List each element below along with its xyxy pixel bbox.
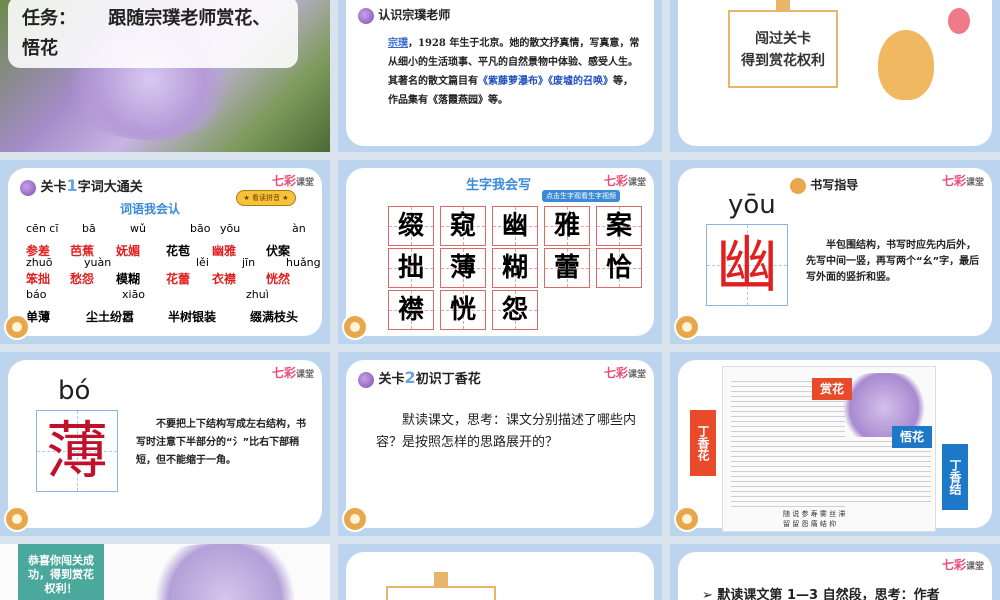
slide-card: 七彩课堂 关卡2初识丁香花 默读课文，思考：课文分别描述了哪些内容？是按照怎样的… <box>346 360 654 528</box>
char-pinyin: bó <box>58 376 91 406</box>
slide-title: 认识宗璞老师 <box>358 6 450 24</box>
pinyin-row-2: zhuō yuàn lěi jīn huǎng <box>26 256 321 269</box>
subtitle: 词语我会认 <box>120 202 181 216</box>
mascot-icon <box>790 177 806 194</box>
char-cell[interactable]: 薄 <box>440 248 486 288</box>
slide-thumbnail-11[interactable] <box>338 544 662 600</box>
bullet-arrow-icon: ➢ <box>702 588 718 600</box>
mascot-icon <box>674 314 700 340</box>
pinyin-button[interactable]: ★ 看读拼音 ★ <box>236 190 296 206</box>
char-cell[interactable]: 窥 <box>440 206 486 246</box>
lilac-icon <box>20 179 36 196</box>
mascot-icon <box>342 314 368 340</box>
video-hint[interactable]: 点击生字观看生字视频 <box>542 190 620 202</box>
mascot-icon <box>342 506 368 532</box>
slide-thumbnail-9[interactable]: 随 说 参 寿 雾 丝 滞 留 留 怨 痛 结 抑 丁香花 赏花 悟花 丁香结 <box>670 352 1000 536</box>
slide-card: 随 说 参 寿 雾 丝 滞 留 留 怨 痛 结 抑 丁香花 赏花 悟花 丁香结 <box>678 360 992 532</box>
slide-card: 七彩课堂 ➢ 默读课文第 1—3 自然段，思考：作者 <box>678 552 992 600</box>
slide-thumbnail-2[interactable]: 认识宗璞老师 宗璞，1928 年生于北京。她的散文抒真情，写真意，常从细小的生活… <box>338 0 662 152</box>
slide-card: 闯过关卡 得到赏花权利 <box>678 0 992 146</box>
char-box: 薄 <box>36 410 118 492</box>
brand-logo: 七彩课堂 <box>603 366 646 380</box>
sign-post <box>776 0 790 12</box>
slide-thumbnail-4[interactable]: 关卡1字词大通关 七彩课堂 词语我会认 ★ 看读拼音 ★ cēn cī bā wǔ b… <box>0 160 330 344</box>
slide-thumbnail-12[interactable]: 七彩课堂 ➢ 默读课文第 1—3 自然段，思考：作者 <box>670 544 1000 600</box>
word-footer-1: 随 说 参 寿 雾 丝 滞 <box>783 510 846 518</box>
char-cell[interactable]: 雅 <box>544 206 590 246</box>
level-title: 关卡2初识丁香花 <box>358 368 481 388</box>
scroll-sign <box>386 586 496 600</box>
congrats-box: 恭喜你闯关成功，得到赏花权利！ <box>18 544 104 600</box>
slide-thumbnail-3[interactable]: 闯过关卡 得到赏花权利 <box>670 0 1000 152</box>
char-pinyin: yōu <box>728 190 776 220</box>
char-cell[interactable]: 幽 <box>492 206 538 246</box>
char-cell[interactable]: 拙 <box>388 248 434 288</box>
lilac-illustration <box>150 544 300 600</box>
slide-thumbnail-5[interactable]: 七彩课堂 生字我会写 点击生字观看生字视频 缀窥幽雅案拙薄糊蕾恰襟恍怨 <box>338 160 662 344</box>
cartoon-character <box>878 30 934 100</box>
char-box: 幽 <box>706 224 788 306</box>
author-name: 宗璞 <box>388 38 408 49</box>
char-cell[interactable]: 案 <box>596 206 642 246</box>
vocab-row-3: 单薄 尘土纷嚣 半树银装 缀满枝头 <box>26 310 299 324</box>
slide-thumbnail-7[interactable]: 七彩课堂 bó 薄 不要把上下结构写成左右结构，书写时注意下半部分的“氵”比右下… <box>0 352 330 536</box>
balloon-icon <box>948 8 970 34</box>
task-label: 任务： <box>22 8 76 29</box>
char-cell[interactable]: 怨 <box>492 290 538 330</box>
mascot-icon <box>4 506 30 532</box>
bullet-text: ➢ 默读课文第 1—3 自然段，思考：作者 <box>702 584 940 600</box>
tag-wuhua[interactable]: 悟花 <box>892 426 932 448</box>
word-footer-2: 留 留 怨 痛 结 抑 <box>783 520 837 528</box>
slide-card: 七彩课堂 生字我会写 点击生字观看生字视频 缀窥幽雅案拙薄糊蕾恰襟恍怨 <box>346 168 654 336</box>
brand-logo: 七彩课堂 <box>271 174 314 188</box>
lilac-icon <box>358 371 374 388</box>
brand-logo: 七彩课堂 <box>603 174 646 188</box>
task-box: 任务： 跟随宗璞老师赏花、悟花 <box>8 0 298 68</box>
brand-logo: 七彩课堂 <box>941 558 984 572</box>
char-cell[interactable]: 襟 <box>388 290 434 330</box>
pinyin-row-3: báo xiāo zhuì <box>26 288 269 301</box>
slide-title: 生字我会写 <box>466 178 532 193</box>
char-cell[interactable]: 糊 <box>492 248 538 288</box>
slide-title: 书写指导 <box>790 176 858 194</box>
char-cell[interactable]: 恍 <box>440 290 486 330</box>
slide-card: 七彩课堂 bó 薄 不要把上下结构写成左右结构，书写时注意下半部分的“氵”比右下… <box>8 360 322 528</box>
writing-guide: 不要把上下结构写成左右结构，书写时注意下半部分的“氵”比右下部稍短，但不能缩于一… <box>136 419 306 466</box>
slide-thumbnail-8[interactable]: 七彩课堂 关卡2初识丁香花 默读课文，思考：课文分别描述了哪些内容？是按照怎样的… <box>338 352 662 536</box>
scroll-sign: 闯过关卡 得到赏花权利 <box>728 10 838 88</box>
brand-logo: 七彩课堂 <box>271 366 314 380</box>
writing-guide: 半包围结构，书写时应先内后外，先写中间一竖，再写两个“幺”字，最后写外面的竖折和… <box>806 240 980 283</box>
char-cell[interactable]: 缀 <box>388 206 434 246</box>
level-title: 关卡1字词大通关 <box>20 176 143 196</box>
author-intro: 宗璞，1928 年生于北京。她的散文抒真情，写真意，常从细小的生活琐事、平凡的自… <box>388 38 640 106</box>
slide-thumbnail-6[interactable]: 七彩课堂 书写指导 yōu 幽 半包围结构，书写时应先内后外，先写中间一竖，再写… <box>670 160 1000 344</box>
char-cell[interactable]: 恰 <box>596 248 642 288</box>
vocab-row-2: 笨拙 愁怨 模糊 花蕾 衣襟 恍然 <box>26 272 291 286</box>
mascot-icon <box>4 314 30 340</box>
sign-post <box>434 572 448 588</box>
slide-thumbnail-1[interactable]: 任务： 跟随宗璞老师赏花、悟花 <box>0 0 330 152</box>
slide-card: 七彩课堂 书写指导 yōu 幽 半包围结构，书写时应先内后外，先写中间一竖，再写… <box>678 168 992 336</box>
tag-shanghua[interactable]: 赏花 <box>812 378 852 400</box>
tag-dingxianghua[interactable]: 丁香花 <box>690 410 716 476</box>
mascot-icon <box>674 506 700 532</box>
char-cell[interactable]: 蕾 <box>544 248 590 288</box>
pinyin-row-1: cēn cī bā wǔ bāo yōu àn <box>26 222 306 235</box>
brand-logo: 七彩课堂 <box>941 174 984 188</box>
slide-card: 认识宗璞老师 宗璞，1928 年生于北京。她的散文抒真情，写真意，常从细小的生活… <box>346 0 654 146</box>
slide-card <box>346 552 654 600</box>
slide-thumbnail-10[interactable]: 恭喜你闯关成功，得到赏花权利！ <box>0 544 330 600</box>
lilac-icon <box>358 7 374 24</box>
tag-dingxiangjie[interactable]: 丁香结 <box>942 444 968 510</box>
question-text: 默读课文，思考：课文分别描述了哪些内容？是按照怎样的思路展开的？ <box>376 413 637 450</box>
slide-card: 关卡1字词大通关 七彩课堂 词语我会认 ★ 看读拼音 ★ cēn cī bā wǔ b… <box>8 168 322 336</box>
